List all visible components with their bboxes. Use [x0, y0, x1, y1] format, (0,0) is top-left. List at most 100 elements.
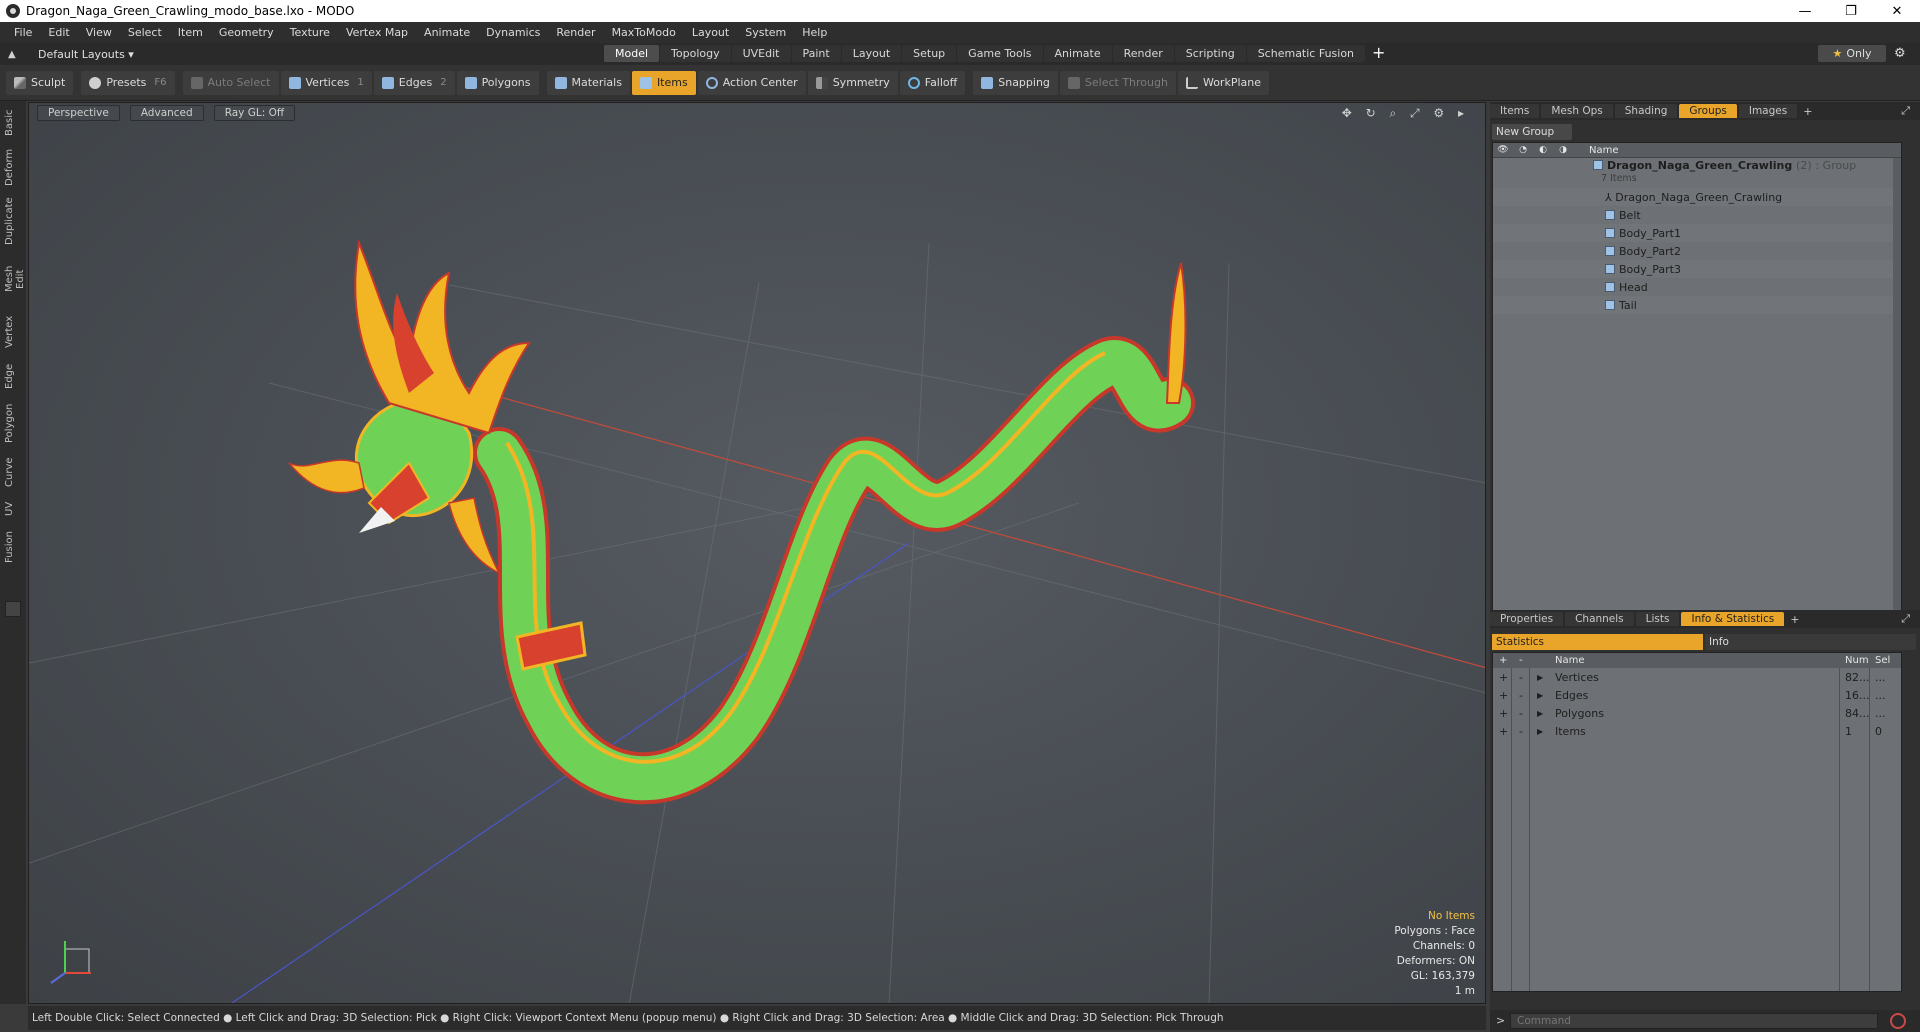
tab-properties[interactable]: Properties	[1490, 612, 1564, 626]
tab-shading[interactable]: Shading	[1614, 104, 1678, 118]
table-row[interactable]: + - ▶ Edges 16... ...	[1493, 686, 1901, 704]
command-input[interactable]	[1510, 1013, 1878, 1029]
menu-geometry[interactable]: Geometry	[211, 26, 282, 39]
tab-setup[interactable]: Setup	[902, 45, 957, 62]
raygl-dropdown[interactable]: Ray GL: Off	[213, 105, 296, 121]
3d-viewport[interactable]: Perspective Advanced Ray GL: Off ✥ ↻ ⌕ ⤢…	[28, 102, 1486, 1004]
table-row[interactable]: + - ▶ Vertices 82... ...	[1493, 668, 1901, 686]
vtab-mesh-edit[interactable]: Mesh Edit	[4, 255, 26, 303]
advanced-dropdown[interactable]: Advanced	[129, 105, 204, 121]
workplane-button[interactable]: WorkPlane	[1177, 70, 1269, 95]
tab-info-statistics[interactable]: Info & Statistics	[1681, 612, 1785, 626]
tab-layout[interactable]: Layout	[841, 45, 902, 62]
menu-dynamics[interactable]: Dynamics	[478, 26, 548, 39]
viewport-nav-icons[interactable]: ✥ ↻ ⌕ ⤢ ⚙ ▸	[1342, 106, 1469, 121]
expand-panel-icon[interactable]: ⤢	[1901, 104, 1910, 118]
vtab-edge[interactable]: Edge	[4, 361, 22, 391]
menu-select[interactable]: Select	[120, 26, 170, 39]
close-button[interactable]: ✕	[1874, 4, 1920, 19]
tab-lists[interactable]: Lists	[1635, 612, 1680, 626]
tab-items[interactable]: Items	[1490, 104, 1540, 118]
menu-animate[interactable]: Animate	[416, 26, 478, 39]
row-add-button[interactable]: +	[1499, 707, 1508, 720]
row-remove-button[interactable]: -	[1519, 671, 1523, 684]
expand-panel-icon[interactable]: ⤢	[1901, 612, 1910, 626]
perspective-dropdown[interactable]: Perspective	[37, 105, 120, 121]
menu-system[interactable]: System	[737, 26, 794, 39]
vtab-deform[interactable]: Deform	[4, 147, 22, 187]
menu-file[interactable]: File	[6, 26, 40, 39]
snapping-button[interactable]: Snapping	[973, 70, 1058, 95]
tab-images[interactable]: Images	[1738, 104, 1798, 118]
menu-edit[interactable]: Edit	[40, 26, 77, 39]
materials-button[interactable]: Materials	[546, 70, 630, 95]
tree-scrollbar[interactable]	[1893, 158, 1901, 627]
tree-item-head[interactable]: Head	[1493, 278, 1901, 296]
row-remove-button[interactable]: -	[1519, 689, 1523, 702]
vtab-fusion[interactable]: Fusion	[4, 529, 22, 565]
select-through-button[interactable]: Select Through	[1059, 70, 1176, 95]
layouts-dropdown[interactable]: Default Layouts ▾	[38, 48, 134, 61]
expand-all-button[interactable]: +	[1499, 655, 1507, 666]
tab-game-tools[interactable]: Game Tools	[957, 45, 1043, 62]
only-toggle[interactable]: ★ Only	[1818, 45, 1886, 62]
tab-schematic-fusion[interactable]: Schematic Fusion	[1246, 45, 1366, 62]
vertices-button[interactable]: Vertices 1	[280, 70, 372, 95]
layout-collapse-icon[interactable]: ▲	[8, 49, 22, 60]
falloff-button[interactable]: Falloff	[899, 70, 966, 95]
name-column-header[interactable]: Name	[1589, 145, 1619, 156]
eye-column-icon[interactable]: 👁	[1493, 145, 1513, 155]
add-tab-icon[interactable]: +	[1803, 105, 1812, 118]
lock-column-icon[interactable]: ◔	[1513, 145, 1533, 155]
tab-scripting[interactable]: Scripting	[1174, 45, 1246, 62]
edges-button[interactable]: Edges 2	[373, 70, 455, 95]
vtab-basic[interactable]: Basic	[4, 107, 22, 139]
add-tab-icon[interactable]: +	[1366, 45, 1391, 62]
tab-paint[interactable]: Paint	[791, 45, 841, 62]
tree-item-body-part1[interactable]: Body_Part1	[1493, 224, 1901, 242]
tab-animate[interactable]: Animate	[1043, 45, 1112, 62]
menu-texture[interactable]: Texture	[282, 26, 338, 39]
tab-channels[interactable]: Channels	[1565, 612, 1634, 626]
maximize-button[interactable]: ❐	[1828, 4, 1874, 19]
tab-mesh-ops[interactable]: Mesh Ops	[1541, 104, 1613, 118]
minimize-button[interactable]: —	[1782, 4, 1828, 19]
vtab-uv[interactable]: UV	[4, 499, 22, 519]
tree-item-belt[interactable]: Belt	[1493, 206, 1901, 224]
add-tab-icon[interactable]: +	[1790, 613, 1799, 626]
menu-view[interactable]: View	[78, 26, 120, 39]
sculpt-button[interactable]: Sculpt	[6, 70, 74, 95]
gear-icon[interactable]: ⚙	[1894, 46, 1906, 61]
collapse-all-button[interactable]: -	[1519, 655, 1523, 666]
row-remove-button[interactable]: -	[1519, 707, 1523, 720]
vtab-vertex[interactable]: Vertex	[4, 313, 22, 351]
subtab-statistics[interactable]: Statistics	[1492, 634, 1703, 650]
tab-model[interactable]: Model	[604, 45, 660, 62]
menu-item[interactable]: Item	[170, 26, 211, 39]
expand-triangle-icon[interactable]: ▶	[1537, 673, 1543, 682]
render-column-icon[interactable]: ◐	[1533, 145, 1553, 155]
presets-button[interactable]: Presets F6	[81, 70, 175, 95]
row-add-button[interactable]: +	[1499, 689, 1508, 702]
new-group-button[interactable]: New Group	[1492, 124, 1572, 140]
menu-maxtomodo[interactable]: MaxToModo	[604, 26, 684, 39]
tree-item-body-part3[interactable]: Body_Part3	[1493, 260, 1901, 278]
expand-triangle-icon[interactable]: ▶	[1537, 727, 1543, 736]
tree-item-mesh-root[interactable]: ⅄ Dragon_Naga_Green_Crawling	[1493, 188, 1901, 206]
tab-groups[interactable]: Groups	[1679, 104, 1737, 118]
menu-help[interactable]: Help	[794, 26, 835, 39]
record-macro-icon[interactable]	[1890, 1013, 1906, 1029]
table-row[interactable]: + - ▶ Items 1 0	[1493, 722, 1901, 740]
tree-item-body-part2[interactable]: Body_Part2	[1493, 242, 1901, 260]
symmetry-button[interactable]: Symmetry	[807, 70, 898, 95]
vtab-polygon[interactable]: Polygon	[4, 401, 22, 445]
table-row[interactable]: + - ▶ Polygons 84... ...	[1493, 704, 1901, 722]
tree-item-tail[interactable]: Tail	[1493, 296, 1901, 314]
expand-triangle-icon[interactable]: ▶	[1537, 709, 1543, 718]
items-button[interactable]: Items	[631, 70, 696, 95]
subtab-info[interactable]: Info	[1705, 634, 1916, 650]
tab-render[interactable]: Render	[1112, 45, 1174, 62]
panel-toggle-button[interactable]	[5, 601, 21, 617]
row-add-button[interactable]: +	[1499, 725, 1508, 738]
row-remove-button[interactable]: -	[1519, 725, 1523, 738]
